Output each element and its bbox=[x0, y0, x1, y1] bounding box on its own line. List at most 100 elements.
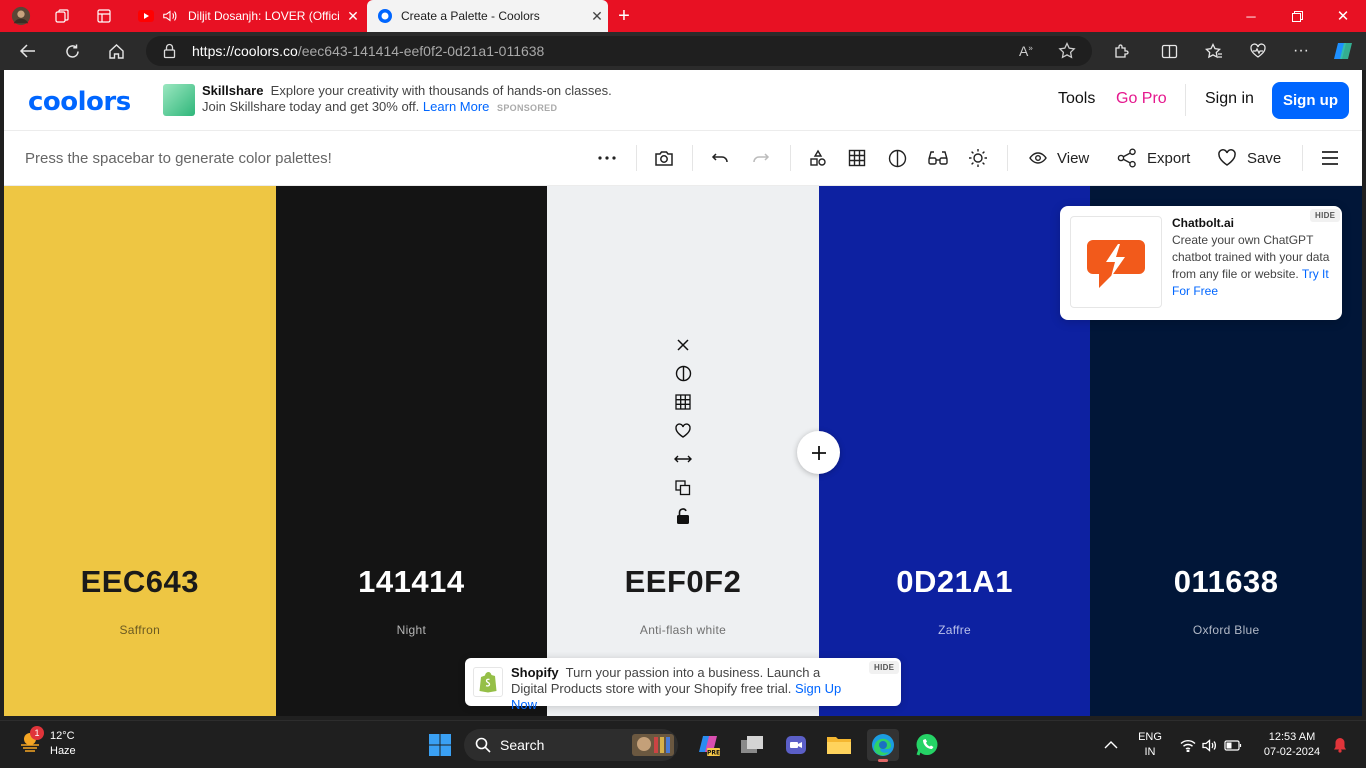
go-pro-link[interactable]: Go Pro bbox=[1116, 90, 1167, 108]
tab-actions-icon[interactable] bbox=[94, 6, 114, 26]
camera-icon[interactable] bbox=[654, 146, 674, 170]
color-column[interactable]: 0D21A1 Zaffre bbox=[818, 186, 1091, 716]
browser-essentials-icon[interactable] bbox=[1245, 39, 1271, 63]
hamburger-menu-icon[interactable] bbox=[1321, 146, 1339, 170]
url-path: /eec643-141414-eef0f2-0d21a1-011638 bbox=[297, 43, 545, 59]
copy-hex-icon[interactable] bbox=[669, 474, 697, 503]
hide-ad-button[interactable]: HIDE bbox=[869, 661, 900, 674]
skillshare-ad-thumbnail[interactable] bbox=[163, 84, 195, 116]
favorites-icon[interactable] bbox=[1201, 39, 1227, 63]
export-button[interactable]: Export bbox=[1117, 146, 1190, 170]
new-tab-icon[interactable]: + bbox=[614, 5, 634, 27]
color-name[interactable]: Zaffre bbox=[819, 623, 1091, 637]
notification-badge: 1 bbox=[30, 726, 44, 740]
speaker-icon[interactable] bbox=[162, 8, 178, 24]
chatbolt-ad[interactable]: Chatbolt.ai Create your own ChatGPT chat… bbox=[1060, 206, 1342, 320]
contrast-icon[interactable] bbox=[888, 146, 907, 170]
tab-coolors[interactable]: Create a Palette - Coolors ✕ bbox=[367, 0, 608, 32]
back-icon[interactable] bbox=[15, 39, 41, 63]
chatbolt-ad-text: Chatbolt.ai Create your own ChatGPT chat… bbox=[1172, 215, 1336, 300]
lock-icon[interactable] bbox=[163, 43, 176, 62]
favorite-star-icon[interactable] bbox=[1058, 41, 1076, 62]
color-hex-code[interactable]: 141414 bbox=[276, 564, 548, 600]
view-shades-grid-icon[interactable] bbox=[669, 388, 697, 417]
shades-icon[interactable] bbox=[669, 360, 697, 389]
close-tab-icon[interactable]: ✕ bbox=[342, 8, 364, 25]
url-field[interactable]: https://coolors.co/eec643-141414-eef0f2-… bbox=[146, 36, 1092, 66]
drag-icon[interactable] bbox=[669, 445, 697, 474]
task-view-icon[interactable] bbox=[736, 729, 768, 761]
show-hidden-icons[interactable] bbox=[1100, 721, 1122, 768]
remove-color-icon[interactable] bbox=[669, 331, 697, 360]
edge-browser-icon[interactable] bbox=[867, 729, 899, 762]
toolbar-divider bbox=[636, 145, 637, 171]
wifi-icon bbox=[1180, 739, 1196, 752]
clock[interactable]: 12:53 AM 07-02-2024 bbox=[1254, 721, 1330, 768]
color-column[interactable]: 141414 Night bbox=[275, 186, 548, 716]
brightness-icon[interactable] bbox=[968, 146, 988, 170]
copilot-icon[interactable] bbox=[1330, 39, 1356, 63]
more-icon[interactable] bbox=[598, 146, 616, 170]
undo-icon[interactable] bbox=[711, 146, 729, 170]
color-hex-code[interactable]: EEC643 bbox=[4, 564, 276, 600]
unlock-icon[interactable] bbox=[669, 502, 697, 531]
color-blindness-glasses-icon[interactable] bbox=[927, 146, 949, 170]
network-volume-battery[interactable] bbox=[1176, 721, 1246, 768]
eye-icon bbox=[1029, 152, 1047, 164]
taskbar-search[interactable]: Search bbox=[464, 729, 678, 761]
extensions-icon[interactable] bbox=[1108, 39, 1134, 63]
shopify-ad-text: Shopify Turn your passion into a busines… bbox=[511, 665, 851, 713]
profile-avatar-icon[interactable] bbox=[11, 6, 31, 26]
coolors-logo[interactable]: coolors bbox=[28, 87, 131, 117]
add-color-button[interactable] bbox=[797, 431, 840, 474]
color-column[interactable]: EEF0F2 Anti-flash white bbox=[547, 186, 819, 716]
color-column[interactable]: EEC643 Saffron bbox=[4, 186, 276, 716]
ad-learn-more-link[interactable]: Learn More bbox=[423, 99, 489, 114]
close-window-icon[interactable]: ✕ bbox=[1320, 0, 1366, 32]
file-explorer-icon[interactable] bbox=[823, 729, 855, 761]
language-code: ENG bbox=[1138, 731, 1162, 743]
restore-icon[interactable] bbox=[1274, 0, 1320, 32]
color-hex-code[interactable]: EEF0F2 bbox=[547, 564, 819, 600]
whatsapp-icon[interactable] bbox=[911, 729, 943, 761]
color-name[interactable]: Night bbox=[276, 623, 548, 637]
tools-menu[interactable]: Tools bbox=[1058, 90, 1095, 108]
home-icon[interactable] bbox=[103, 39, 129, 63]
tab-youtube[interactable]: Diljit Dosanjh: LOVER (Offici ✕ bbox=[128, 0, 364, 32]
copilot-preview-icon[interactable]: PRE bbox=[692, 729, 724, 761]
windows-start-icon[interactable] bbox=[424, 729, 456, 761]
sign-in-link[interactable]: Sign in bbox=[1205, 90, 1254, 108]
search-icon bbox=[475, 737, 491, 753]
color-name[interactable]: Oxford Blue bbox=[1090, 623, 1362, 637]
read-aloud-icon[interactable]: A» bbox=[1019, 43, 1033, 59]
teams-meet-icon[interactable] bbox=[780, 729, 812, 761]
color-hex-code[interactable]: 0D21A1 bbox=[819, 564, 1091, 600]
header-divider bbox=[1185, 84, 1186, 116]
redo-icon[interactable] bbox=[752, 146, 770, 170]
skillshare-ad[interactable]: Skillshare Explore your creativity with … bbox=[202, 83, 632, 116]
color-hex-code[interactable]: 011638 bbox=[1090, 564, 1362, 600]
shopify-ad[interactable]: Shopify Turn your passion into a busines… bbox=[465, 658, 901, 712]
shopify-logo[interactable] bbox=[473, 667, 503, 697]
language-indicator[interactable]: ENG IN bbox=[1134, 721, 1166, 768]
site-header: coolors Skillshare Explore your creativi… bbox=[4, 70, 1362, 131]
favorite-color-heart-icon[interactable] bbox=[669, 417, 697, 446]
notifications-bell-icon[interactable] bbox=[1330, 721, 1350, 768]
adjust-palette-icon[interactable] bbox=[809, 146, 827, 170]
hide-ad-button[interactable]: HIDE bbox=[1310, 209, 1341, 222]
split-screen-icon[interactable] bbox=[1156, 39, 1182, 63]
color-name[interactable]: Saffron bbox=[4, 623, 276, 637]
sign-up-button[interactable]: Sign up bbox=[1272, 82, 1349, 119]
view-button[interactable]: View bbox=[1029, 146, 1089, 170]
more-options-icon[interactable]: ··· bbox=[1288, 39, 1314, 63]
close-tab-icon[interactable]: ✕ bbox=[586, 8, 608, 25]
minimize-icon[interactable]: ─ bbox=[1228, 0, 1274, 32]
save-button[interactable]: Save bbox=[1217, 146, 1281, 170]
workspaces-icon[interactable] bbox=[52, 6, 72, 26]
chatbolt-logo[interactable] bbox=[1070, 216, 1162, 308]
refresh-icon[interactable] bbox=[59, 39, 85, 63]
grid-view-icon[interactable] bbox=[848, 146, 866, 170]
youtube-icon bbox=[138, 8, 154, 24]
color-name[interactable]: Anti-flash white bbox=[547, 623, 819, 637]
search-label: Search bbox=[500, 737, 545, 753]
